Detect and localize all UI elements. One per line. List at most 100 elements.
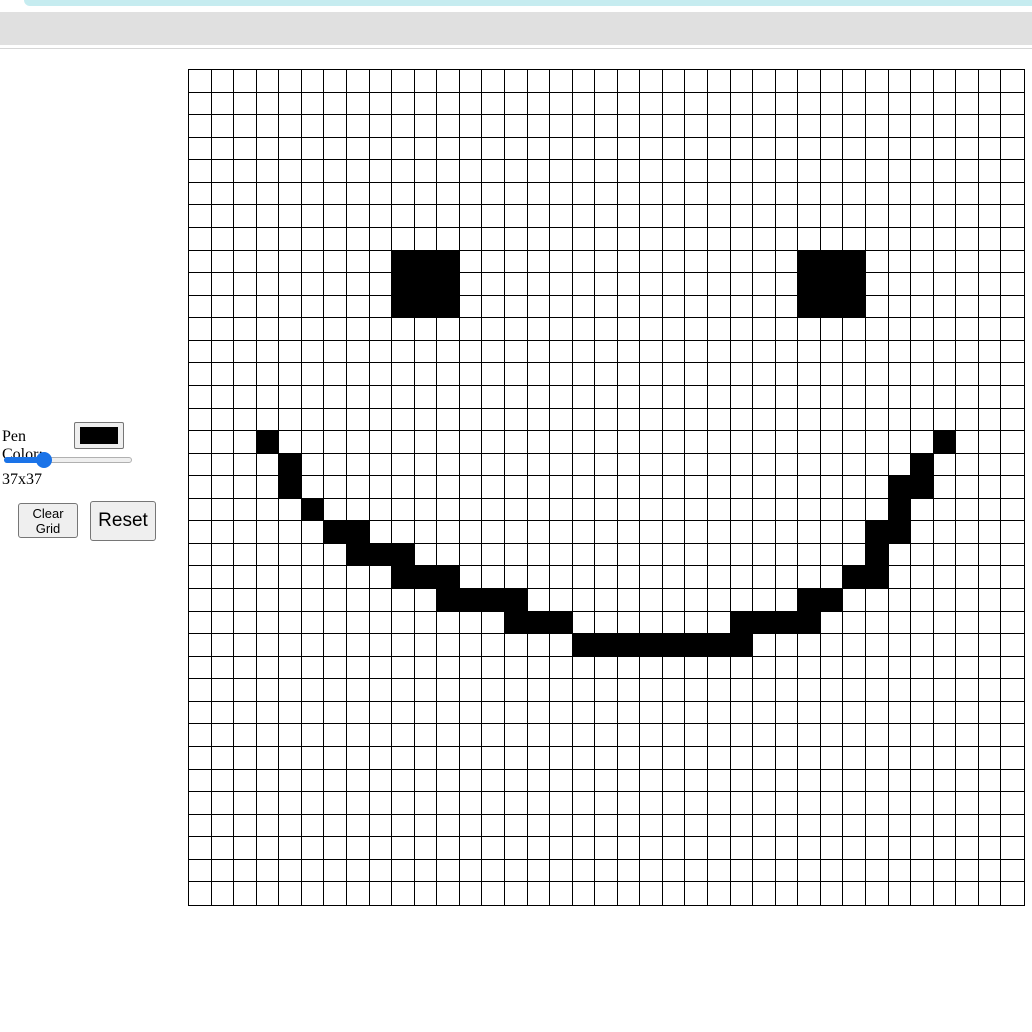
grid-cell[interactable] [708, 453, 731, 477]
grid-cell[interactable] [685, 137, 709, 161]
grid-cell[interactable] [211, 476, 235, 499]
grid-cell[interactable] [911, 611, 934, 635]
grid-cell[interactable] [324, 769, 347, 793]
grid-cell[interactable] [956, 814, 979, 838]
grid-cell[interactable] [392, 566, 415, 590]
grid-cell[interactable] [211, 769, 235, 793]
grid-cell[interactable] [279, 70, 302, 93]
grid-cell[interactable] [256, 363, 280, 386]
grid-cell[interactable] [911, 724, 934, 748]
grid-cell[interactable] [911, 701, 934, 725]
grid-cell[interactable] [482, 92, 505, 116]
grid-cell[interactable] [234, 182, 257, 206]
grid-cell[interactable] [527, 160, 551, 183]
grid-cell[interactable] [437, 792, 460, 815]
grid-cell[interactable] [459, 227, 483, 251]
grid-cell[interactable] [978, 837, 1002, 860]
grid-cell[interactable] [256, 747, 280, 770]
grid-cell[interactable] [775, 859, 799, 883]
grid-cell[interactable] [572, 792, 596, 815]
grid-cell[interactable] [256, 724, 280, 748]
grid-cell[interactable] [369, 115, 393, 138]
grid-cell[interactable] [933, 363, 957, 386]
grid-cell[interactable] [843, 476, 867, 499]
grid-cell[interactable] [1001, 747, 1024, 770]
grid-cell[interactable] [504, 792, 528, 815]
grid-cell[interactable] [482, 747, 505, 770]
grid-cell[interactable] [346, 701, 370, 725]
grid-cell[interactable] [527, 115, 551, 138]
grid-cell[interactable] [662, 498, 686, 522]
grid-cell[interactable] [730, 814, 754, 838]
grid-cell[interactable] [866, 92, 889, 116]
grid-cell[interactable] [301, 859, 325, 883]
grid-cell[interactable] [234, 227, 257, 251]
grid-cell[interactable] [189, 205, 212, 228]
grid-cell[interactable] [753, 747, 776, 770]
grid-cell[interactable] [256, 137, 280, 161]
grid-cell[interactable] [301, 498, 325, 522]
grid-cell[interactable] [1001, 611, 1024, 635]
grid-cell[interactable] [1001, 814, 1024, 838]
grid-cell[interactable] [459, 769, 483, 793]
grid-cell[interactable] [775, 543, 799, 567]
grid-cell[interactable] [527, 859, 551, 883]
grid-cell[interactable] [279, 747, 302, 770]
grid-cell[interactable] [482, 340, 505, 364]
grid-cell[interactable] [911, 340, 934, 364]
grid-cell[interactable] [753, 340, 776, 364]
grid-cell[interactable] [414, 295, 438, 319]
grid-cell[interactable] [685, 227, 709, 251]
grid-cell[interactable] [279, 227, 302, 251]
grid-cell[interactable] [911, 634, 934, 657]
grid-cell[interactable] [572, 543, 596, 567]
grid-cell[interactable] [527, 137, 551, 161]
grid-cell[interactable] [708, 701, 731, 725]
grid-cell[interactable] [956, 205, 979, 228]
grid-cell[interactable] [189, 859, 212, 883]
grid-cell[interactable] [392, 837, 415, 860]
grid-cell[interactable] [866, 182, 889, 206]
grid-cell[interactable] [956, 679, 979, 702]
grid-cell[interactable] [369, 882, 393, 905]
grid-cell[interactable] [933, 182, 957, 206]
grid-cell[interactable] [956, 318, 979, 341]
grid-cell[interactable] [256, 205, 280, 228]
grid-cell[interactable] [730, 498, 754, 522]
grid-cell[interactable] [392, 634, 415, 657]
grid-cell[interactable] [595, 137, 618, 161]
grid-cell[interactable] [324, 137, 347, 161]
grid-cell[interactable] [504, 227, 528, 251]
grid-cell[interactable] [504, 656, 528, 680]
grid-cell[interactable] [820, 160, 844, 183]
grid-cell[interactable] [211, 634, 235, 657]
grid-cell[interactable] [956, 92, 979, 116]
grid-cell[interactable] [685, 70, 709, 93]
grid-cell[interactable] [437, 747, 460, 770]
grid-cell[interactable] [956, 115, 979, 138]
grid-cell[interactable] [369, 431, 393, 454]
grid-cell[interactable] [550, 115, 573, 138]
grid-cell[interactable] [234, 453, 257, 477]
grid-cell[interactable] [866, 227, 889, 251]
grid-cell[interactable] [888, 182, 912, 206]
grid-cell[interactable] [437, 70, 460, 93]
grid-cell[interactable] [504, 182, 528, 206]
grid-cell[interactable] [978, 340, 1002, 364]
grid-cell[interactable] [279, 859, 302, 883]
grid-cell[interactable] [346, 498, 370, 522]
grid-cell[interactable] [843, 431, 867, 454]
grid-cell[interactable] [189, 115, 212, 138]
grid-cell[interactable] [1001, 476, 1024, 499]
grid-cell[interactable] [753, 385, 776, 409]
grid-cell[interactable] [211, 115, 235, 138]
grid-cell[interactable] [685, 589, 709, 612]
grid-cell[interactable] [392, 295, 415, 319]
grid-cell[interactable] [753, 521, 776, 544]
grid-cell[interactable] [798, 792, 821, 815]
grid-cell[interactable] [662, 769, 686, 793]
grid-cell[interactable] [685, 385, 709, 409]
grid-cell[interactable] [189, 837, 212, 860]
grid-cell[interactable] [798, 882, 821, 905]
grid-cell[interactable] [234, 92, 257, 116]
